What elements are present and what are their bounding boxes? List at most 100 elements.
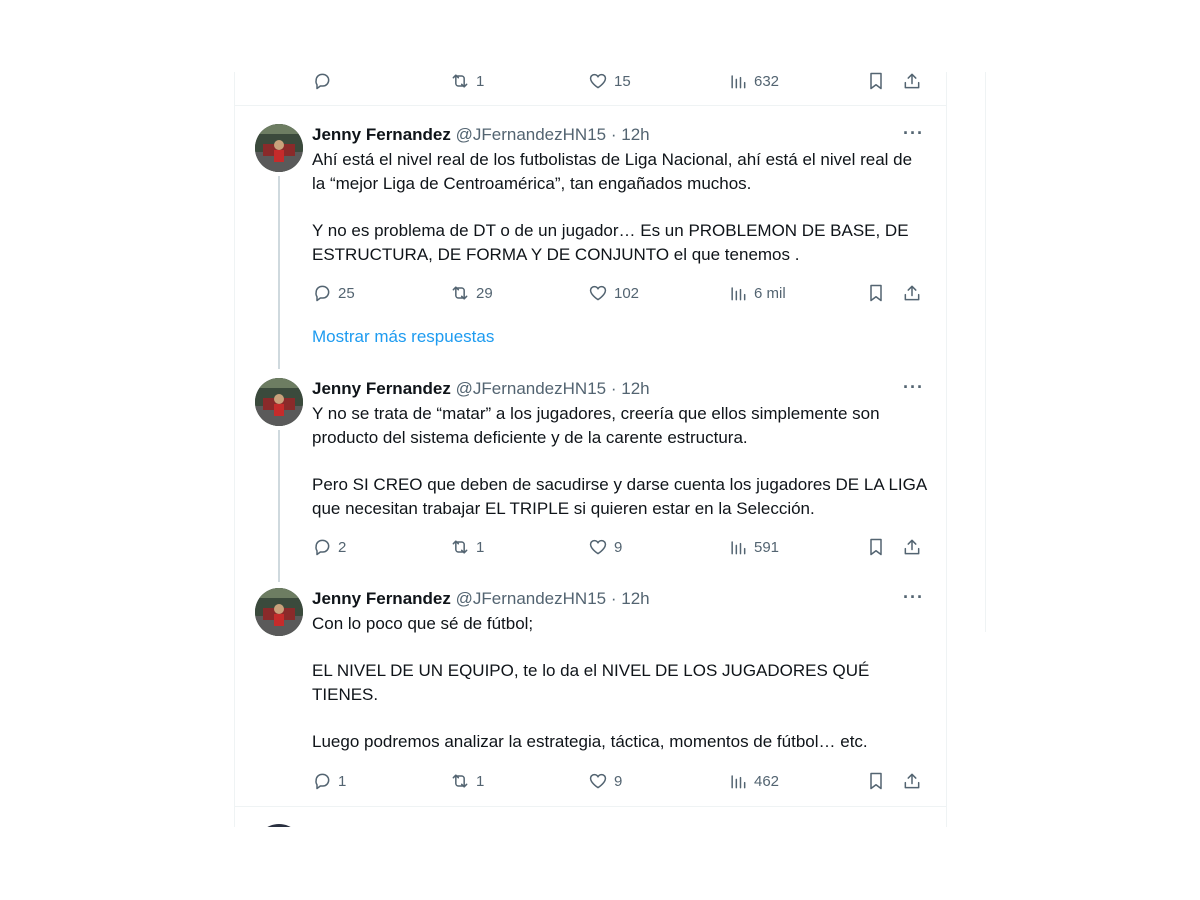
tweet-time[interactable]: 12h bbox=[621, 125, 649, 144]
views-icon bbox=[731, 775, 746, 789]
separator-dot: · bbox=[610, 125, 617, 144]
views-count: 591 bbox=[754, 538, 780, 556]
tweet-time[interactable]: 12h bbox=[621, 589, 649, 608]
tweet-actions: 1 1 9 462 bbox=[312, 770, 930, 792]
tweet-header: Jenny Fernandez @JFernandezHN15 · 12h bbox=[312, 378, 650, 400]
bookmark-button[interactable] bbox=[866, 72, 886, 92]
reply-button[interactable]: 25 bbox=[312, 282, 355, 304]
share-icon bbox=[904, 773, 920, 789]
views-button[interactable]: 462 bbox=[728, 770, 779, 792]
show-more-replies-link[interactable]: Mostrar más respuestas bbox=[312, 327, 494, 347]
retweet-icon bbox=[452, 74, 468, 88]
reply-button[interactable]: 2 bbox=[312, 536, 346, 558]
avatar[interactable] bbox=[255, 124, 303, 172]
bookmark-button[interactable] bbox=[866, 770, 886, 792]
heart-icon bbox=[589, 539, 607, 555]
thread-line bbox=[278, 430, 280, 582]
views-button[interactable]: 6 mil bbox=[728, 282, 786, 304]
author-name[interactable]: Jenny Fernandez bbox=[312, 125, 451, 144]
retweet-icon bbox=[452, 540, 468, 554]
reply-count: 1 bbox=[338, 772, 347, 790]
more-options-button[interactable]: ··· bbox=[903, 378, 924, 396]
views-count: 462 bbox=[754, 772, 780, 790]
retweet-icon bbox=[452, 774, 468, 788]
retweet-count: 1 bbox=[476, 538, 485, 556]
author-name[interactable]: Jenny Fernandez bbox=[312, 379, 451, 398]
tweet-actions: 25 29 102 6 mil bbox=[312, 282, 930, 304]
divider bbox=[235, 105, 946, 106]
share-button[interactable] bbox=[902, 72, 922, 92]
retweet-icon bbox=[452, 286, 468, 300]
tweet-text: Con lo poco que sé de fútbol; EL NIVEL D… bbox=[312, 612, 930, 754]
tweet-header: Jenny Fernandez @JFernandezHN15 · 12h bbox=[312, 124, 650, 146]
like-count: 15 bbox=[614, 72, 631, 90]
retweet-button[interactable]: 1 bbox=[450, 72, 484, 92]
more-options-button[interactable]: ··· bbox=[903, 588, 924, 606]
share-button[interactable] bbox=[902, 770, 922, 792]
avatar-image bbox=[255, 588, 303, 636]
author-handle[interactable]: @JFernandezHN15 bbox=[456, 379, 607, 398]
right-column-border bbox=[985, 72, 986, 632]
views-icon bbox=[731, 541, 746, 555]
tweet-paragraph: Pero SI CREO que deben de sacudirse y da… bbox=[312, 475, 927, 518]
tweet-text: Y no se trata de “matar” a los jugadores… bbox=[312, 402, 930, 521]
views-count: 6 mil bbox=[754, 284, 786, 302]
reply-button[interactable] bbox=[312, 72, 338, 92]
reply-count: 2 bbox=[338, 538, 347, 556]
like-button[interactable]: 9 bbox=[588, 536, 622, 558]
bookmark-icon bbox=[870, 538, 882, 556]
tweet-paragraph: EL NIVEL DE UN EQUIPO, te lo da el NIVEL… bbox=[312, 661, 870, 704]
share-button[interactable] bbox=[902, 282, 922, 304]
retweet-button[interactable]: 1 bbox=[450, 536, 484, 558]
like-button[interactable]: 9 bbox=[588, 770, 622, 792]
avatar-image bbox=[255, 378, 303, 426]
retweet-button[interactable]: 29 bbox=[450, 282, 493, 304]
like-button[interactable]: 102 bbox=[588, 282, 639, 304]
views-icon bbox=[731, 75, 746, 89]
tweet-paragraph: Ahí está el nivel real de los futbolista… bbox=[312, 150, 913, 193]
heart-icon bbox=[589, 773, 607, 789]
avatar-image bbox=[255, 124, 303, 172]
separator-dot: · bbox=[610, 589, 617, 608]
tweet-time[interactable]: 12h bbox=[621, 379, 649, 398]
like-button[interactable]: 15 bbox=[588, 72, 631, 92]
views-button[interactable]: 591 bbox=[728, 536, 779, 558]
author-handle[interactable]: @JFernandezHN15 bbox=[456, 589, 607, 608]
reply-icon bbox=[315, 73, 330, 90]
like-count: 9 bbox=[614, 772, 623, 790]
author-name[interactable]: Jenny Fernandez bbox=[312, 589, 451, 608]
tweet-text: Ahí está el nivel real de los futbolista… bbox=[312, 148, 930, 267]
more-options-button[interactable]: ··· bbox=[903, 124, 924, 142]
bookmark-icon bbox=[870, 284, 882, 302]
bookmark-icon bbox=[870, 72, 882, 90]
retweet-count: 1 bbox=[476, 72, 485, 90]
tweet-actions: 2 1 9 591 bbox=[312, 536, 930, 558]
share-icon bbox=[904, 73, 920, 89]
like-count: 9 bbox=[614, 538, 623, 556]
reply-icon bbox=[315, 539, 330, 556]
bookmark-button[interactable] bbox=[866, 536, 886, 558]
heart-icon bbox=[589, 285, 607, 301]
conversation-timeline: 1 15 632 Jenny Fernandez @JFernandezHN15… bbox=[234, 72, 947, 827]
author-handle[interactable]: @JFernandezHN15 bbox=[456, 125, 607, 144]
top-tweet-actions: 1 15 632 bbox=[312, 72, 930, 92]
avatar[interactable] bbox=[255, 588, 303, 636]
like-count: 102 bbox=[614, 284, 640, 302]
tweet-header: Jenny Fernandez @JFernandezHN15 · 12h bbox=[312, 588, 650, 610]
share-button[interactable] bbox=[902, 536, 922, 558]
views-icon bbox=[731, 287, 746, 301]
share-icon bbox=[904, 285, 920, 301]
retweet-count: 29 bbox=[476, 284, 493, 302]
avatar[interactable] bbox=[255, 824, 303, 827]
views-count: 632 bbox=[754, 72, 780, 90]
tweet-paragraph: Con lo poco que sé de fútbol; bbox=[312, 614, 534, 633]
bookmark-button[interactable] bbox=[866, 282, 886, 304]
avatar[interactable] bbox=[255, 378, 303, 426]
reply-icon bbox=[315, 285, 330, 302]
heart-icon bbox=[589, 73, 607, 89]
divider bbox=[235, 806, 946, 807]
retweet-button[interactable]: 1 bbox=[450, 770, 484, 792]
share-icon bbox=[904, 539, 920, 555]
reply-button[interactable]: 1 bbox=[312, 770, 346, 792]
views-button[interactable]: 632 bbox=[728, 72, 779, 92]
